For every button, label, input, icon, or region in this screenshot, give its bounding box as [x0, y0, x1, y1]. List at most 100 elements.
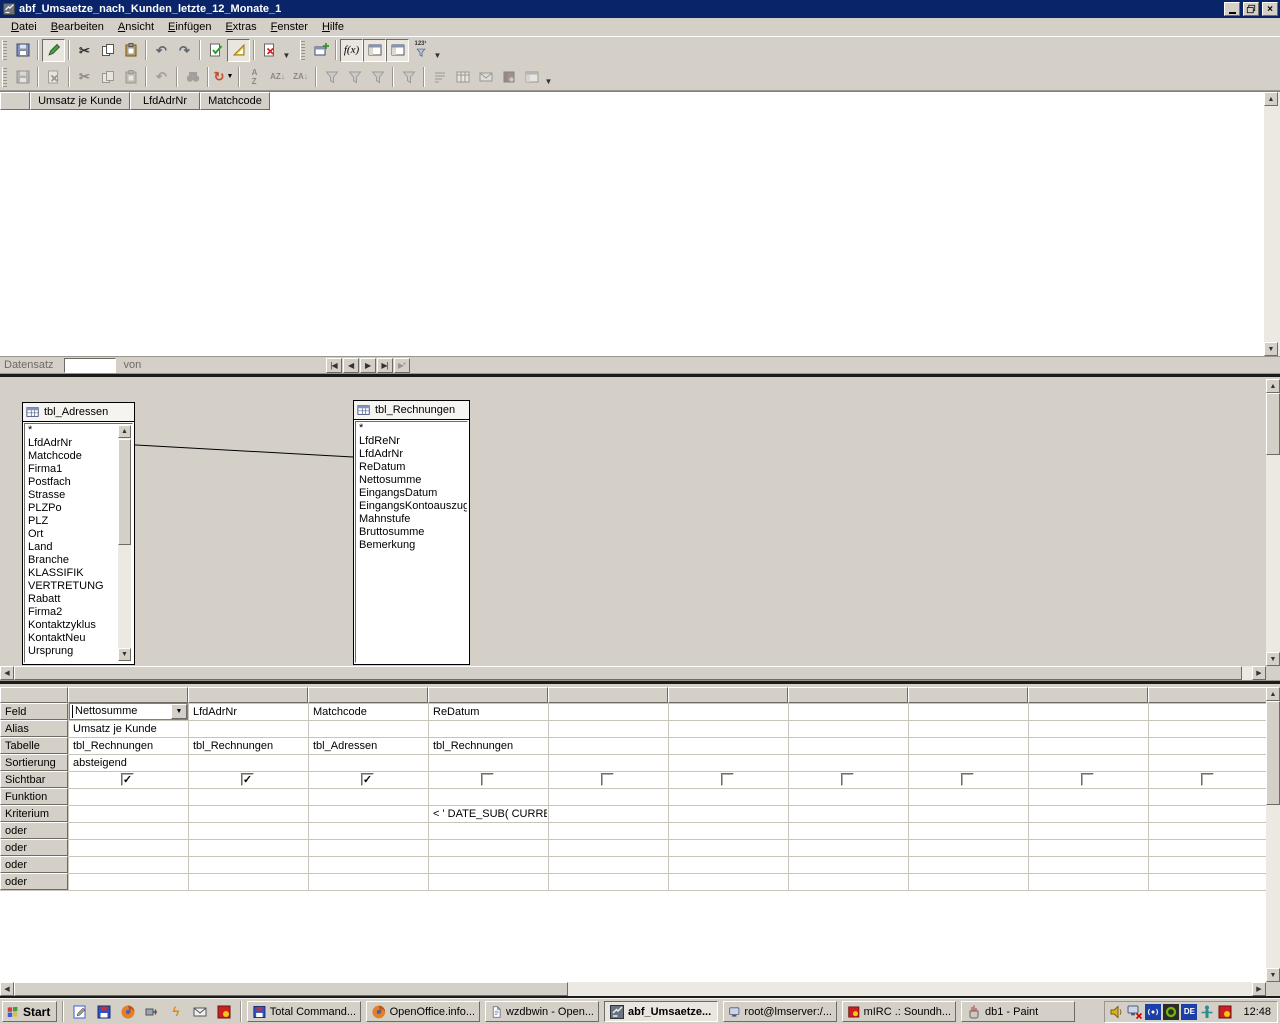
sichtbar-checkbox[interactable] — [1081, 773, 1094, 786]
row-label-tabelle[interactable]: Tabelle — [0, 737, 68, 754]
field-item[interactable]: LfdReNr — [356, 435, 467, 448]
menu-ansicht[interactable]: Ansicht — [111, 19, 161, 35]
volume-icon[interactable] — [1109, 1004, 1125, 1020]
field-item[interactable]: Bruttosumme — [356, 526, 467, 539]
sichtbar-checkbox[interactable] — [121, 773, 134, 786]
redo-button[interactable]: ↷ — [173, 39, 196, 62]
titlebar[interactable]: abf_Umsaetze_nach_Kunden_letzte_12_Monat… — [0, 0, 1280, 18]
field-item[interactable]: KLASSIFIK — [25, 567, 132, 580]
scroll-up-button[interactable]: ▲ — [1266, 687, 1280, 701]
field-item[interactable]: VERTRETUNG — [25, 580, 132, 593]
field-item[interactable]: EingangsDatum — [356, 487, 467, 500]
alias-cell[interactable]: Umsatz je Kunde — [69, 721, 187, 737]
scrollbar-thumb[interactable] — [118, 439, 131, 545]
toolbar-grip[interactable] — [2, 40, 7, 60]
row-label-oder[interactable]: oder — [0, 839, 68, 856]
kriterium-cell[interactable]: < ' DATE_SUB( CURREN — [429, 806, 547, 822]
row-label-oder[interactable]: oder — [0, 822, 68, 839]
scroll-up-button[interactable]: ▲ — [1266, 379, 1280, 393]
row-label-oder[interactable]: oder — [0, 856, 68, 873]
row-label-sichtbar[interactable]: Sichtbar — [0, 771, 68, 788]
design-column-header[interactable] — [68, 687, 188, 703]
sichtbar-checkbox[interactable] — [841, 773, 854, 786]
functions-toggle[interactable]: f(x) — [340, 39, 363, 62]
taskbar-task-abf-umsaetze[interactable]: abf_Umsaetze... — [604, 1001, 718, 1022]
sichtbar-checkbox[interactable] — [721, 773, 734, 786]
menu-fenster[interactable]: Fenster — [264, 19, 315, 35]
feld-cell[interactable]: LfdAdrNr — [189, 704, 307, 720]
field-item[interactable]: Postfach — [25, 476, 132, 489]
record-number-input[interactable] — [64, 358, 116, 373]
refresh-button[interactable]: ↻▼ — [212, 65, 235, 88]
field-item[interactable]: PLZ — [25, 515, 132, 528]
scrollbar-thumb[interactable] — [1266, 701, 1280, 805]
field-item[interactable]: ReDatum — [356, 461, 467, 474]
design-grid-vscrollbar[interactable]: ▲ ▼ — [1266, 687, 1280, 982]
tabelle-cell[interactable]: tbl_Rechnungen — [69, 738, 187, 754]
sichtbar-checkbox[interactable] — [241, 773, 254, 786]
scroll-right-button[interactable]: ▶ — [1252, 982, 1266, 996]
toolbar-overflow-button[interactable]: ▼ — [432, 39, 443, 62]
paste-button[interactable] — [119, 39, 142, 62]
field-item[interactable]: Land — [25, 541, 132, 554]
row-label-kriterium[interactable]: Kriterium — [0, 805, 68, 822]
row-label-alias[interactable]: Alias — [0, 720, 68, 737]
relations-hscrollbar[interactable]: ◀ ▶ — [0, 666, 1266, 680]
design-column-header[interactable] — [428, 687, 548, 703]
minimize-button[interactable] — [1224, 2, 1240, 16]
quicklaunch-total-commander[interactable] — [93, 1001, 115, 1022]
restore-button[interactable] — [1243, 2, 1259, 16]
edit-toggle-button[interactable] — [42, 39, 65, 62]
menu-extras[interactable]: Extras — [218, 19, 263, 35]
undo-button[interactable]: ↶ — [150, 39, 173, 62]
row-selector-header[interactable] — [0, 92, 30, 110]
table-titlebar[interactable]: tbl_Rechnungen — [354, 401, 469, 420]
menu-hilfe[interactable]: Hilfe — [315, 19, 351, 35]
quicklaunch-firefox[interactable] — [117, 1001, 139, 1022]
field-item[interactable]: LfdAdrNr — [356, 448, 467, 461]
design-grid-hscrollbar[interactable]: ◀ ▶ — [0, 982, 1266, 996]
column-header-lfdadrnr[interactable]: LfdAdrNr — [130, 92, 200, 110]
field-item[interactable]: Rabatt — [25, 593, 132, 606]
field-item[interactable]: Mahnstufe — [356, 513, 467, 526]
field-item[interactable]: KontaktNeu — [25, 632, 132, 645]
save-button[interactable] — [11, 39, 34, 62]
field-list-scrollbar[interactable]: ▲ ▼ — [118, 425, 131, 661]
result-grid-vscrollbar[interactable]: ▲ ▼ — [1264, 92, 1280, 356]
field-item[interactable]: Matchcode — [25, 450, 132, 463]
dropdown-button[interactable]: ▼ — [171, 704, 187, 719]
quicklaunch-remote[interactable] — [141, 1001, 163, 1022]
row-label-feld[interactable]: Feld — [0, 703, 68, 720]
design-column-header[interactable] — [188, 687, 308, 703]
field-item[interactable]: Branche — [25, 554, 132, 567]
table-name-toggle[interactable] — [363, 39, 386, 62]
row-label-funktion[interactable]: Funktion — [0, 788, 68, 805]
table-window-adressen[interactable]: tbl_Adressen * LfdAdrNr Matchcode Firma1… — [22, 402, 135, 665]
menu-datei[interactable]: Datei — [4, 19, 44, 35]
close-button[interactable]: × — [1262, 2, 1278, 16]
tabelle-cell[interactable]: tbl_Rechnungen — [429, 738, 547, 754]
design-column-header[interactable] — [1028, 687, 1148, 703]
field-item[interactable]: Firma2 — [25, 606, 132, 619]
field-item[interactable]: Nettosumme — [356, 474, 467, 487]
scrollbar-thumb[interactable] — [1266, 393, 1280, 455]
row-label-sortierung[interactable]: Sortierung — [0, 754, 68, 771]
scroll-right-button[interactable]: ▶ — [1252, 666, 1266, 680]
relations-vscrollbar[interactable]: ▲ ▼ — [1266, 379, 1280, 666]
field-item[interactable]: * — [356, 422, 467, 435]
scroll-up-button[interactable]: ▲ — [1264, 92, 1278, 106]
table-window-rechnungen[interactable]: tbl_Rechnungen * LfdReNr LfdAdrNr ReDatu… — [353, 400, 470, 665]
tabelle-cell[interactable]: tbl_Rechnungen — [189, 738, 307, 754]
design-column-header[interactable] — [908, 687, 1028, 703]
design-column-header[interactable] — [308, 687, 428, 703]
scroll-down-button[interactable]: ▼ — [1266, 968, 1280, 982]
toolbar-grip[interactable] — [300, 40, 305, 60]
copy-button[interactable] — [96, 39, 119, 62]
toolbar-overflow-button[interactable]: ▼ — [543, 65, 554, 88]
field-item[interactable]: PLZPo — [25, 502, 132, 515]
feld-cell-combobox[interactable]: Nettosumme ▼ — [69, 703, 188, 720]
next-record-button[interactable]: ▶ — [360, 358, 376, 373]
sortierung-cell[interactable]: absteigend — [69, 755, 187, 771]
taskbar-task-totalcommander[interactable]: Total Command... — [247, 1001, 361, 1022]
field-item[interactable]: Firma1 — [25, 463, 132, 476]
